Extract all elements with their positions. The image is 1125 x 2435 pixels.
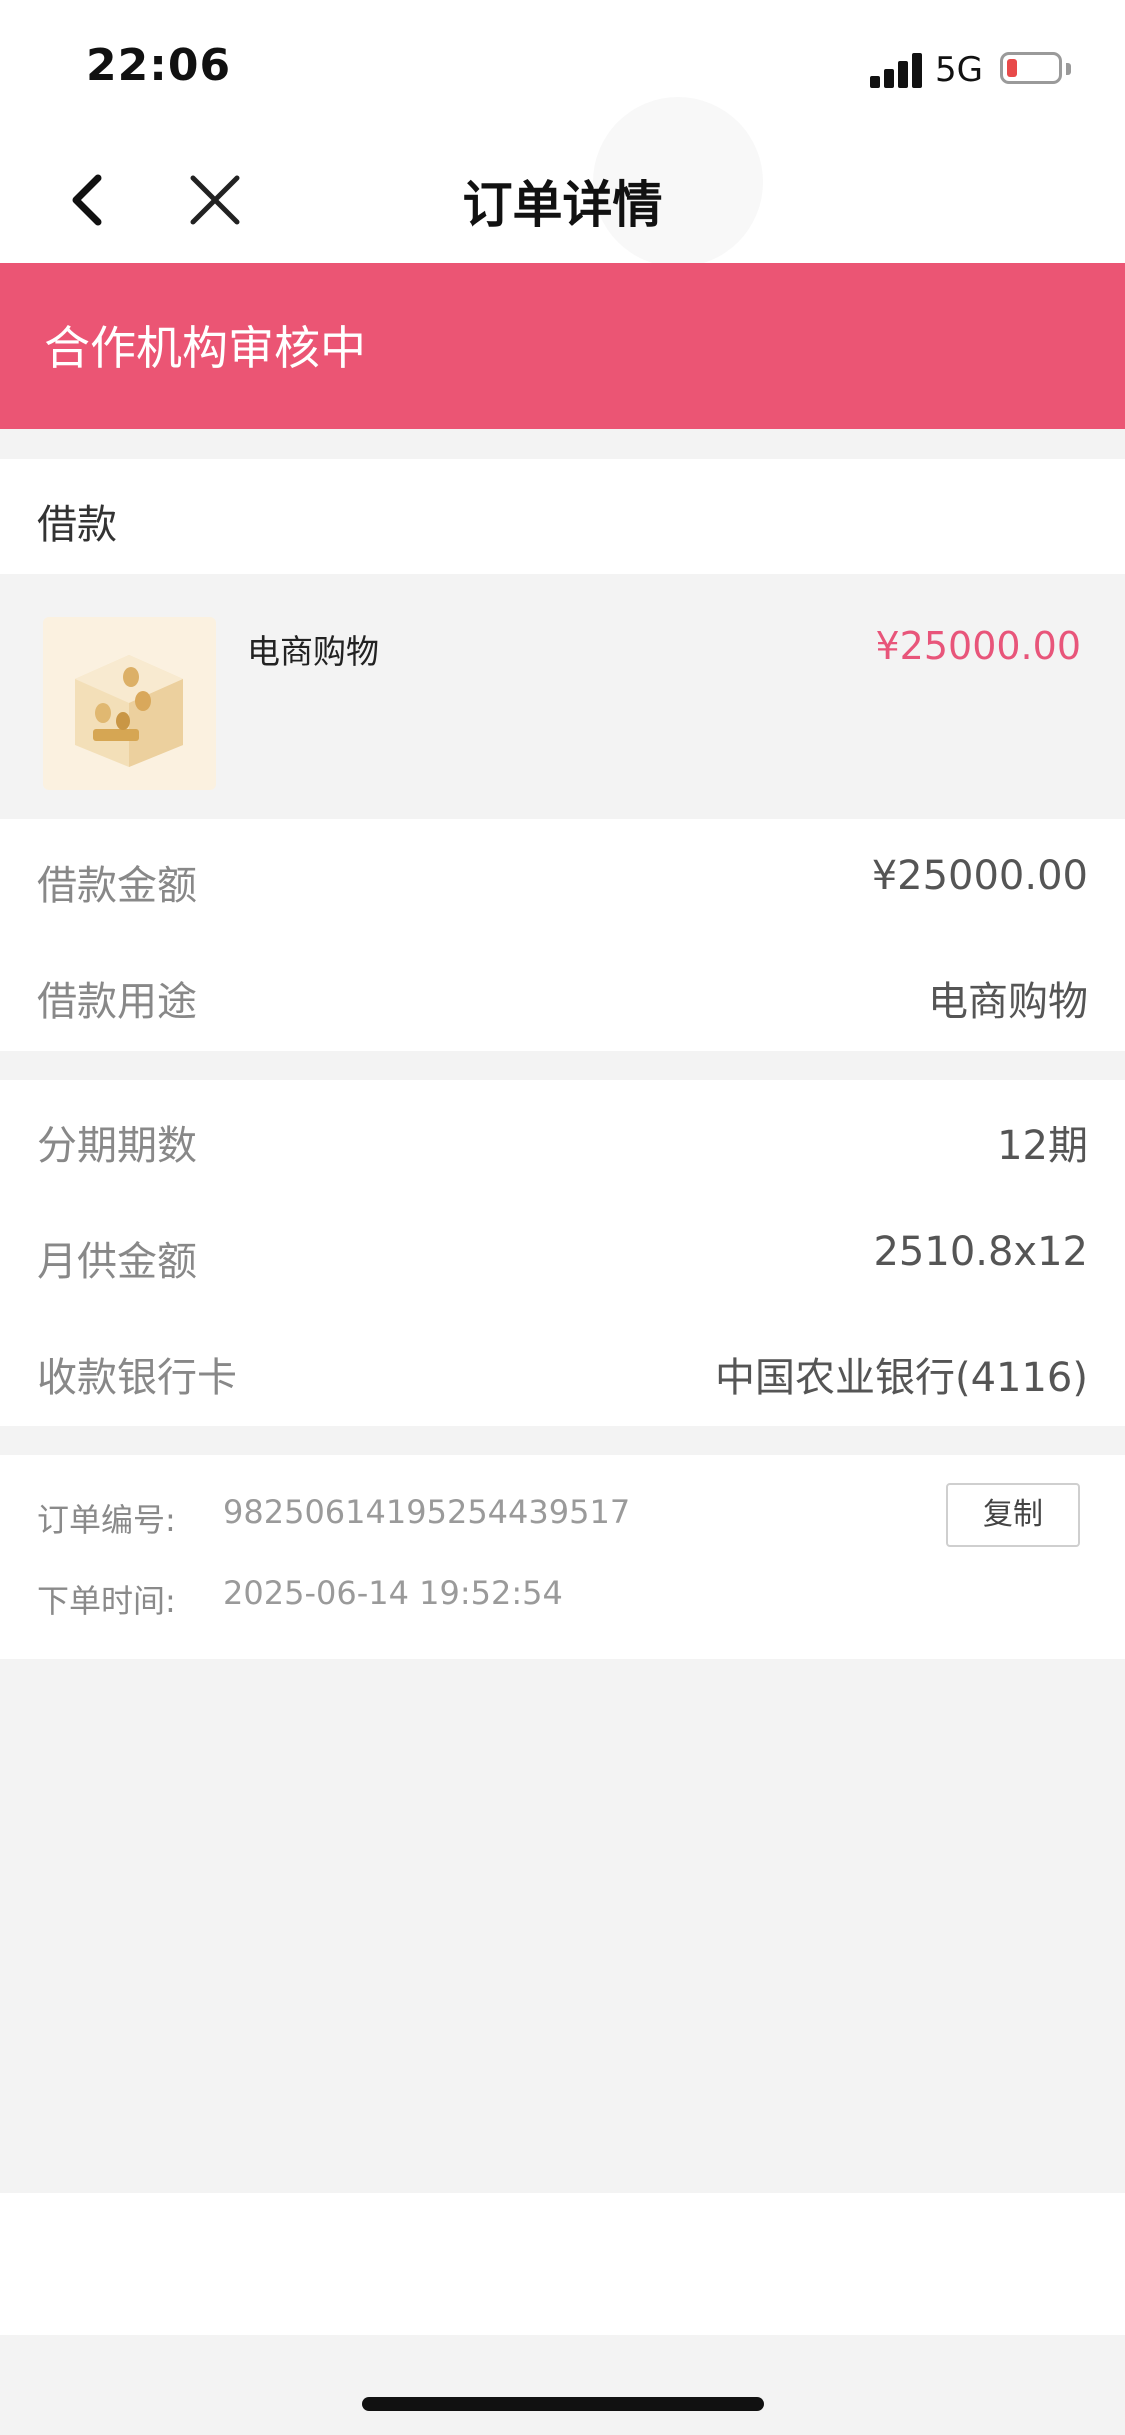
installment-count-label: 分期期数 [37, 1123, 197, 1169]
loan-section-title: 借款 [37, 502, 117, 548]
order-time-value: 2025-06-14 19:52:54 [223, 1574, 563, 1612]
monthly-payment-label: 月供金额 [37, 1239, 197, 1285]
signal-icon [870, 52, 922, 88]
bottom-panel [0, 2193, 1125, 2335]
home-indicator[interactable] [362, 2397, 764, 2411]
order-number-label: 订单编号: [37, 1501, 176, 1539]
order-time-label: 下单时间: [37, 1582, 176, 1620]
loan-purpose-label: 借款用途 [37, 979, 197, 1025]
order-number-value: 98250614195254439517 [223, 1493, 631, 1531]
coin-box-icon [43, 617, 216, 790]
status-time: 22:06 [86, 40, 232, 91]
battery-icon [1000, 52, 1062, 84]
product-price: ¥25000.00 [875, 624, 1082, 668]
copy-button[interactable]: 复制 [946, 1483, 1080, 1547]
network-type: 5G [935, 50, 983, 90]
page-title: 订单详情 [462, 176, 663, 234]
order-status-text: 合作机构审核中 [44, 321, 366, 375]
bank-card-label: 收款银行卡 [37, 1355, 237, 1401]
loan-amount-label: 借款金额 [37, 863, 197, 909]
installment-count-value: 12期 [997, 1123, 1088, 1169]
monthly-payment-value: 2510.8x12 [873, 1229, 1088, 1275]
product-name: 电商购物 [247, 632, 379, 671]
bank-card-value: 中国农业银行(4116) [714, 1355, 1088, 1401]
loan-section-header [0, 459, 1125, 574]
battery-tip [1066, 63, 1071, 75]
loan-amount-value: ¥25000.00 [871, 853, 1088, 899]
loan-purpose-value: 电商购物 [928, 979, 1088, 1025]
